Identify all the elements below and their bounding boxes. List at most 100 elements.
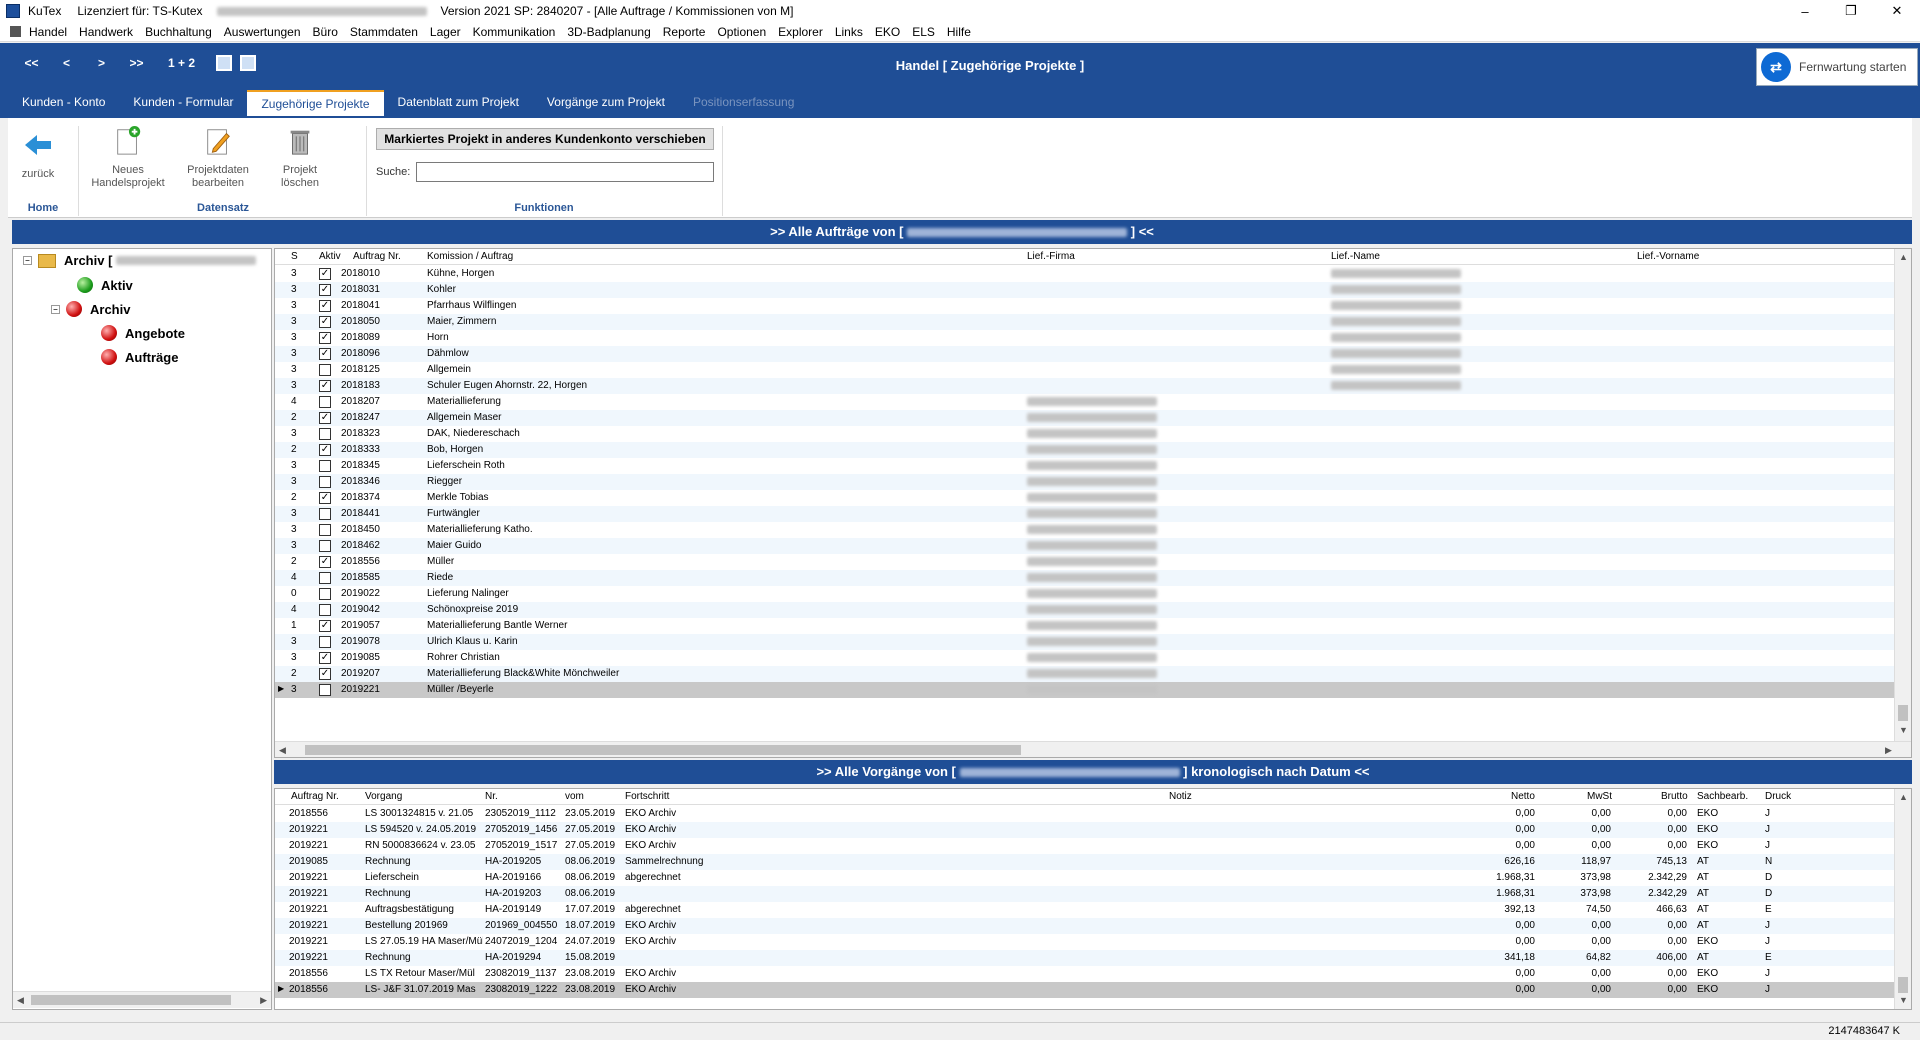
tree-item-angebote[interactable]: Angebote [101, 325, 185, 341]
col-brutto[interactable]: Brutto [1661, 791, 1688, 802]
order-row[interactable]: 2 ✓ 2019207 Materiallieferung Black&White M… [275, 666, 1911, 682]
vorgang-row[interactable]: 2019221 Rechnung HA-2019294 15.08.2019 341,1… [275, 950, 1911, 966]
active-checkbox[interactable]: ✓ [319, 380, 331, 392]
active-checkbox[interactable]: ✓ [319, 300, 331, 312]
tree-horizontal-scrollbar[interactable]: ◀ ▶ [13, 991, 271, 1008]
order-row[interactable]: 0 2019022 Lieferung Nalinger [275, 586, 1911, 602]
active-checkbox[interactable] [319, 476, 331, 488]
delete-project-button[interactable]: Projekt löschen [270, 126, 330, 190]
menu-lager[interactable]: Lager [430, 25, 461, 39]
menu-eko[interactable]: EKO [875, 25, 900, 39]
order-row[interactable]: 3 ✓ 2019085 Rohrer Christian [275, 650, 1911, 666]
vorgang-row[interactable]: 2019221 Rechnung HA-2019203 08.06.2019 1.968… [275, 886, 1911, 902]
orders-vertical-scrollbar[interactable]: ▲ ▼ [1894, 249, 1911, 741]
active-checkbox[interactable]: ✓ [319, 412, 331, 424]
minimize-icon[interactable]: – [1782, 0, 1828, 22]
menu-handel[interactable]: Handel [29, 25, 67, 39]
back-button[interactable]: zurück [18, 130, 58, 181]
vorgaenge-vertical-scrollbar[interactable]: ▲ ▼ [1894, 789, 1911, 1009]
vorgang-row[interactable]: 2019221 Bestellung 201969 201969_004550 18.… [275, 918, 1911, 934]
scroll-right-icon[interactable]: ▶ [260, 995, 267, 1006]
vorgang-row[interactable]: 2018556 LS 3001324815 v. 21.05 23052019_11… [275, 806, 1911, 822]
scroll-thumb[interactable] [31, 995, 231, 1005]
edit-project-button[interactable]: Projektdaten bearbeiten [178, 126, 258, 190]
menu-links[interactable]: Links [835, 25, 863, 39]
order-row[interactable]: 1 ✓ 2019057 Materiallieferung Bantle Werner [275, 618, 1911, 634]
col-vom[interactable]: vom [565, 791, 584, 802]
active-checkbox[interactable] [319, 684, 331, 696]
vorgang-row[interactable]: 2019221 Lieferschein HA-2019166 08.06.2019 a… [275, 870, 1911, 886]
vorgang-row[interactable]: 2019221 RN 5000836624 v. 23.05 27052019_15… [275, 838, 1911, 854]
active-checkbox[interactable]: ✓ [319, 620, 331, 632]
order-row[interactable]: 3 2019078 Ulrich Klaus u. Karin [275, 634, 1911, 650]
order-row[interactable]: 2 ✓ 2018247 Allgemein Maser [275, 410, 1911, 426]
order-row[interactable]: ▶ 3 2019221 Müller /Beyerle [275, 682, 1911, 698]
active-checkbox[interactable] [319, 460, 331, 472]
nav-next-button[interactable]: > [84, 56, 119, 70]
order-row[interactable]: 3 ✓ 2018089 Horn [275, 330, 1911, 346]
vorgang-row[interactable]: 2019221 Auftragsbestätigung HA-2019149 17.0… [275, 902, 1911, 918]
remote-support-button[interactable]: ⇄ Fernwartung starten [1756, 48, 1918, 86]
menu-auswertungen[interactable]: Auswertungen [224, 25, 301, 39]
tab-kunden-formular[interactable]: Kunden - Formular [119, 90, 247, 116]
col-vorgang[interactable]: Vorgang [365, 791, 402, 802]
tab-vorgaenge[interactable]: Vorgänge zum Projekt [533, 90, 679, 116]
menu-explorer[interactable]: Explorer [778, 25, 823, 39]
order-row[interactable]: 4 2018585 Riede [275, 570, 1911, 586]
order-row[interactable]: 4 2018207 Materiallieferung [275, 394, 1911, 410]
scroll-thumb[interactable] [1898, 705, 1908, 721]
order-row[interactable]: 3 ✓ 2018010 Kühne, Horgen [275, 266, 1911, 282]
active-checkbox[interactable]: ✓ [319, 268, 331, 280]
active-checkbox[interactable]: ✓ [319, 316, 331, 328]
col-s[interactable]: S [291, 251, 298, 262]
single-view-icon[interactable] [240, 55, 256, 71]
tab-kunden-konto[interactable]: Kunden - Konto [8, 90, 119, 116]
order-row[interactable]: 2 ✓ 2018333 Bob, Horgen [275, 442, 1911, 458]
scroll-thumb[interactable] [305, 745, 1021, 755]
active-checkbox[interactable] [319, 508, 331, 520]
scroll-thumb[interactable] [1898, 977, 1908, 993]
vorgang-row[interactable]: 2018556 LS TX Retour Maser/Mül 23082019_11… [275, 966, 1911, 982]
vorgang-row[interactable]: ▶ 2018556 LS- J&F 31.07.2019 Mas 23082019_1… [275, 982, 1911, 998]
orders-horizontal-scrollbar[interactable]: ◀ ▶ [275, 741, 1911, 757]
order-row[interactable]: 3 ✓ 2018050 Maier, Zimmern [275, 314, 1911, 330]
col-druck[interactable]: Druck [1765, 791, 1791, 802]
col-sachbearb[interactable]: Sachbearb. [1697, 791, 1748, 802]
nav-last-button[interactable]: >> [119, 56, 154, 70]
order-row[interactable]: 3 ✓ 2018031 Kohler [275, 282, 1911, 298]
order-row[interactable]: 3 2018450 Materiallieferung Katho. [275, 522, 1911, 538]
vorgang-row[interactable]: 2019085 Rechnung HA-2019205 08.06.2019 Samme… [275, 854, 1911, 870]
active-checkbox[interactable] [319, 604, 331, 616]
scroll-down-icon[interactable]: ▼ [1899, 995, 1908, 1005]
order-row[interactable]: 2 ✓ 2018556 Müller [275, 554, 1911, 570]
tree-item-archiv[interactable]: – Archiv [51, 301, 130, 317]
order-row[interactable]: 4 2019042 Schönoxpreise 2019 [275, 602, 1911, 618]
order-row[interactable]: 3 2018346 Riegger [275, 474, 1911, 490]
col-lief-firma[interactable]: Lief.-Firma [1027, 251, 1075, 262]
tree-item-aktiv[interactable]: Aktiv [77, 277, 133, 293]
nav-prev-button[interactable]: < [49, 56, 84, 70]
vorgang-row[interactable]: 2019221 LS 27.05.19 HA Maser/Mül 24072019_… [275, 934, 1911, 950]
menu-handwerk[interactable]: Handwerk [79, 25, 133, 39]
menu-els[interactable]: ELS [912, 25, 935, 39]
menu-app-icon[interactable] [10, 26, 21, 37]
order-row[interactable]: 3 ✓ 2018096 Dähmlow [275, 346, 1911, 362]
scroll-up-icon[interactable]: ▲ [1899, 252, 1908, 262]
active-checkbox[interactable] [319, 364, 331, 376]
order-row[interactable]: 3 2018345 Lieferschein Roth [275, 458, 1911, 474]
menu-stammdaten[interactable]: Stammdaten [350, 25, 418, 39]
active-checkbox[interactable] [319, 396, 331, 408]
restore-icon[interactable]: ❐ [1828, 0, 1874, 22]
order-row[interactable]: 3 2018441 Furtwängler [275, 506, 1911, 522]
active-checkbox[interactable] [319, 572, 331, 584]
col-nr[interactable]: Nr. [485, 791, 498, 802]
move-project-button[interactable]: Markiertes Projekt in anderes Kundenkont… [376, 128, 714, 150]
scroll-left-icon[interactable]: ◀ [279, 745, 286, 756]
new-project-button[interactable]: Neues Handelsprojekt [88, 126, 168, 190]
scroll-down-icon[interactable]: ▼ [1899, 725, 1908, 735]
tree-root[interactable]: – Archiv [ [23, 253, 257, 268]
col-auftrag-nr[interactable]: Auftrag Nr. [291, 791, 339, 802]
col-netto[interactable]: Netto [1511, 791, 1535, 802]
menu-hilfe[interactable]: Hilfe [947, 25, 971, 39]
col-fortschritt[interactable]: Fortschritt [625, 791, 669, 802]
